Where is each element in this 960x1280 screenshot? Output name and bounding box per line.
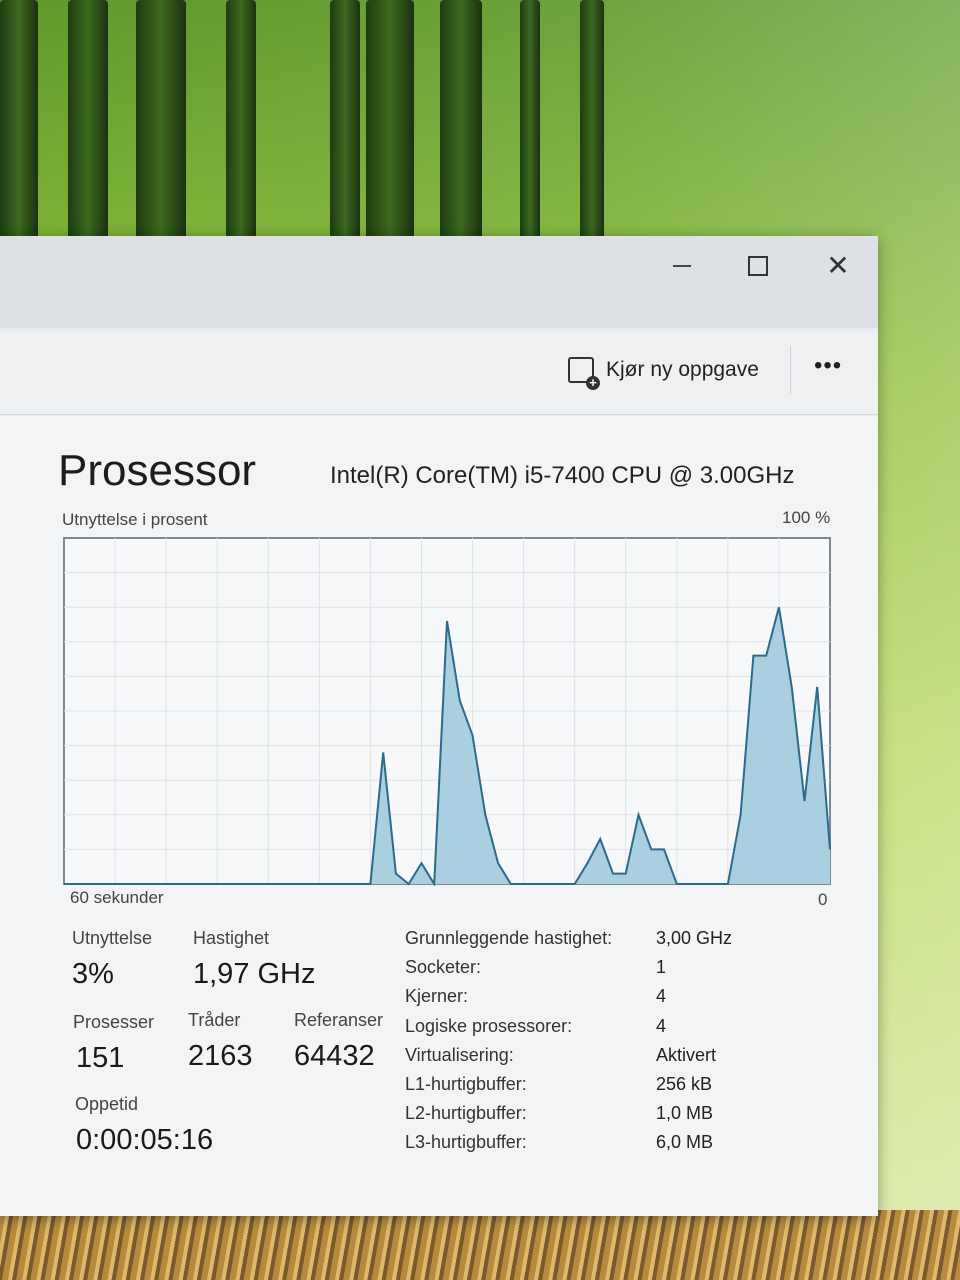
spec-value: 6,0 MB	[656, 1132, 714, 1152]
spec-value: 1	[656, 957, 667, 977]
spec-value: 256 kB	[656, 1074, 713, 1094]
minimize-button[interactable]	[662, 246, 702, 286]
uptime-label: Oppetid	[75, 1094, 139, 1114]
spec-label: Socketer:	[405, 957, 482, 977]
task-manager-window: ✕ Kjør ny oppgave ••• Prosessor Intel(R)…	[0, 236, 878, 1216]
graph-label: Utnyttelse i prosent	[62, 510, 208, 529]
graph-time-label: 60 sekunder	[70, 888, 164, 907]
page-title: Prosessor	[58, 446, 257, 495]
spec-label: L3-hurtigbuffer:	[405, 1132, 527, 1152]
toolbar: Kjør ny oppgave •••	[0, 332, 878, 415]
speed-value: 1,97 GHz	[193, 958, 316, 990]
spec-value: 1,0 MB	[656, 1103, 714, 1123]
spec-label: L2-hurtigbuffer:	[405, 1103, 527, 1123]
spec-value: 4	[656, 986, 667, 1006]
spec-value: 4	[656, 1016, 667, 1036]
more-options-button[interactable]: •••	[814, 352, 842, 380]
uptime-value: 0:00:05:16	[76, 1124, 214, 1156]
more-icon: •••	[814, 352, 843, 379]
run-new-task-button[interactable]: Kjør ny oppgave	[568, 354, 759, 390]
threads-value: 2163	[188, 1040, 253, 1072]
graph-min-label: 0	[818, 890, 828, 909]
performance-panel: Prosessor Intel(R) Core(TM) i5-7400 CPU …	[0, 416, 878, 1216]
threads-label: Tråder	[188, 1010, 241, 1030]
spec-label: Kjerner:	[405, 986, 469, 1006]
cpu-utilization-graph	[63, 537, 831, 886]
handles-label: Referanser	[294, 1010, 384, 1030]
handles-value: 64432	[294, 1040, 375, 1072]
run-new-task-label: Kjør ny oppgave	[606, 358, 759, 381]
spec-label: Logiske prosessorer:	[405, 1016, 573, 1036]
close-icon: ✕	[826, 250, 850, 281]
title-bar[interactable]: ✕	[0, 236, 878, 328]
utilization-label: Utnyttelse	[72, 928, 153, 948]
spec-label: L1-hurtigbuffer:	[405, 1074, 527, 1094]
utilization-value: 3%	[72, 958, 114, 990]
graph-max-label: 100 %	[782, 508, 831, 527]
processes-label: Prosesser	[73, 1012, 155, 1032]
run-task-icon	[568, 357, 600, 390]
close-button[interactable]: ✕	[818, 246, 858, 286]
spec-label: Virtualisering:	[405, 1045, 514, 1065]
toolbar-divider	[790, 346, 791, 394]
processes-value: 151	[76, 1042, 125, 1074]
minimize-icon	[673, 265, 691, 267]
spec-value: 3,00 GHz	[656, 928, 733, 948]
spec-label: Grunnleggende hastighet:	[405, 928, 613, 948]
maximize-icon	[748, 256, 768, 276]
speed-label: Hastighet	[193, 928, 270, 948]
spec-value: Aktivert	[656, 1045, 717, 1065]
maximize-button[interactable]	[738, 246, 778, 286]
cpu-model-name: Intel(R) Core(TM) i5-7400 CPU @ 3.00GHz	[330, 462, 795, 489]
